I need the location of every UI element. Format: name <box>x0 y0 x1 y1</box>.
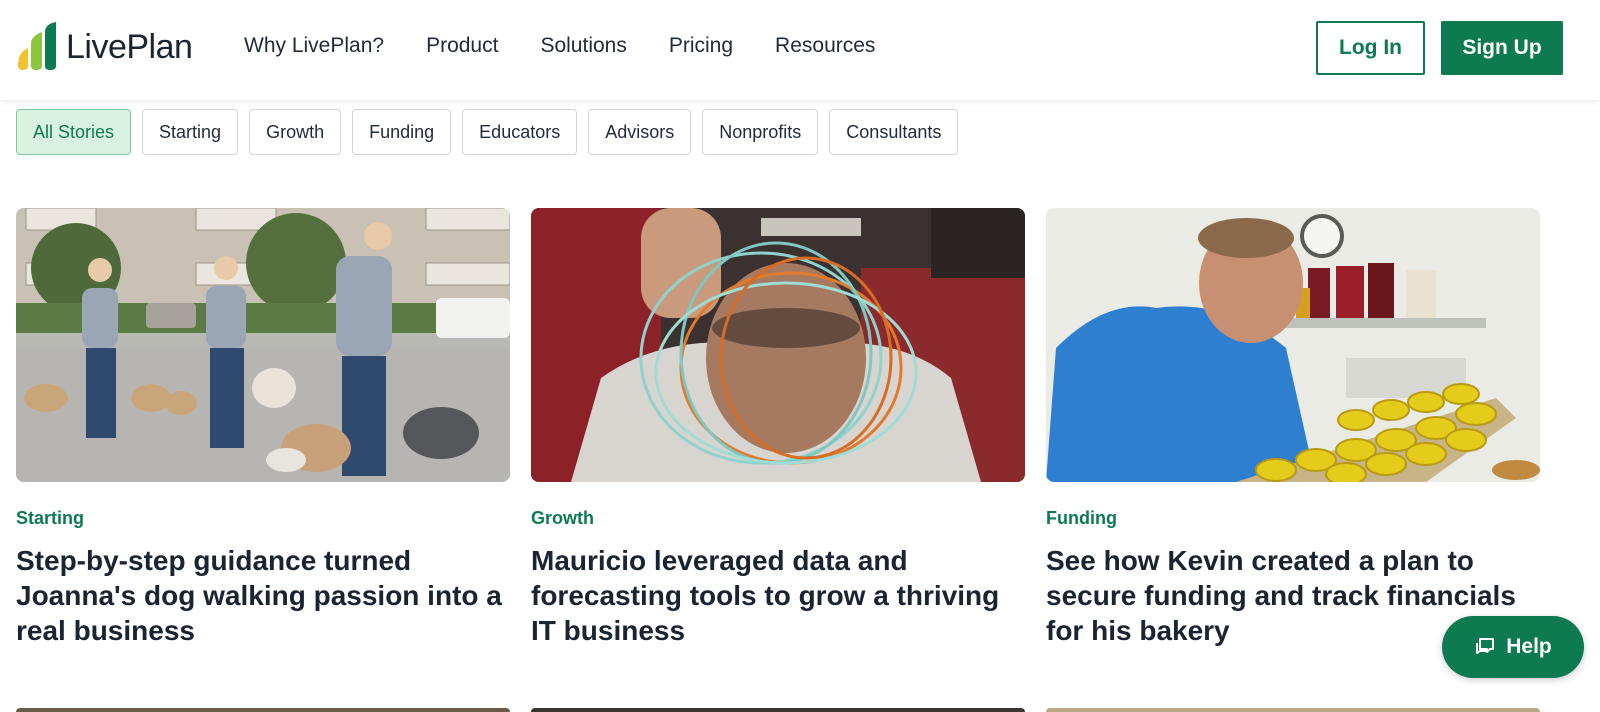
story-category[interactable]: Starting <box>16 508 510 529</box>
login-button[interactable]: Log In <box>1316 21 1425 75</box>
next-story-image-peek <box>531 708 1025 712</box>
logo-text: LivePlan <box>66 27 193 66</box>
filter-starting[interactable]: Starting <box>142 109 239 155</box>
story-category[interactable]: Funding <box>1046 508 1540 529</box>
nav-product[interactable]: Product <box>426 34 498 58</box>
story-image-cables[interactable] <box>531 208 1025 482</box>
help-label: Help <box>1506 635 1552 658</box>
main-nav: Why LivePlan? Product Solutions Pricing … <box>244 34 875 58</box>
liveplan-logo-icon <box>18 22 56 70</box>
next-story-image-peek <box>1046 708 1540 712</box>
story-title[interactable]: Step-by-step guidance turned Joanna's do… <box>16 543 510 648</box>
liveplan-logo[interactable]: LivePlan <box>16 22 193 72</box>
filter-nonprofits[interactable]: Nonprofits <box>702 109 819 155</box>
nav-why-liveplan[interactable]: Why LivePlan? <box>244 34 384 58</box>
filter-consultants[interactable]: Consultants <box>829 109 959 155</box>
story-card[interactable]: Growth Mauricio leveraged data and forec… <box>531 208 1025 648</box>
filter-advisors[interactable]: Advisors <box>588 109 692 155</box>
story-image-dog-walkers[interactable] <box>16 208 510 482</box>
story-filters: All Stories Starting Growth Funding Educ… <box>16 109 959 155</box>
chat-icon <box>1476 638 1495 654</box>
filter-growth[interactable]: Growth <box>249 109 342 155</box>
help-button[interactable]: Help <box>1442 616 1584 678</box>
story-image-bakery[interactable] <box>1046 208 1540 482</box>
filter-educators[interactable]: Educators <box>462 109 578 155</box>
story-card[interactable]: Starting Step-by-step guidance turned Jo… <box>16 208 510 648</box>
nav-solutions[interactable]: Solutions <box>540 34 626 58</box>
filter-funding[interactable]: Funding <box>352 109 452 155</box>
nav-pricing[interactable]: Pricing <box>669 34 733 58</box>
filter-all-stories[interactable]: All Stories <box>16 109 132 155</box>
story-card[interactable]: Funding See how Kevin created a plan to … <box>1046 208 1540 648</box>
story-title[interactable]: Mauricio leveraged data and forecasting … <box>531 543 1025 648</box>
site-header: LivePlan Why LivePlan? Product Solutions… <box>0 0 1600 100</box>
story-category[interactable]: Growth <box>531 508 1025 529</box>
next-story-image-peek <box>16 708 510 712</box>
signup-button[interactable]: Sign Up <box>1441 21 1563 75</box>
nav-resources[interactable]: Resources <box>775 34 875 58</box>
